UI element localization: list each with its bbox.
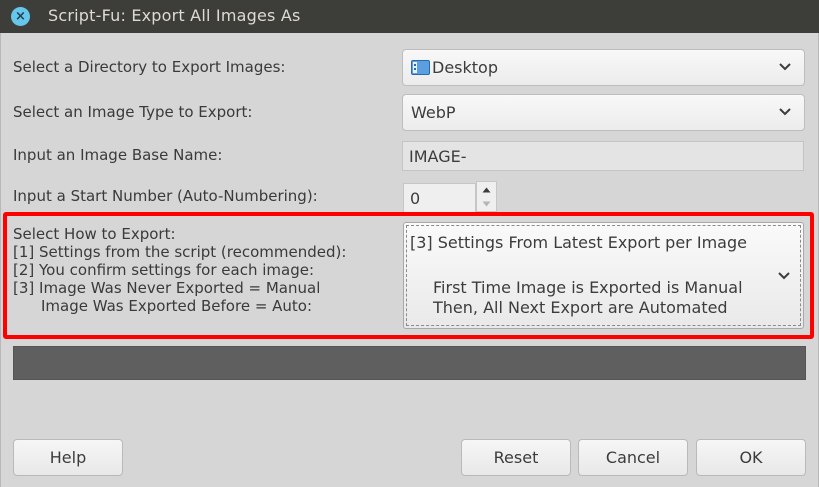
image-type-label: Select an Image Type to Export: [13, 103, 253, 121]
help-button[interactable]: Help [13, 439, 123, 476]
start-number-label: Input a Start Number (Auto-Numbering): [13, 187, 318, 205]
base-name-label: Input an Image Base Name: [13, 146, 223, 164]
export-mode-combo[interactable]: [3] Settings From Latest Export per Imag… [403, 222, 804, 329]
start-number-input[interactable]: 0 [403, 183, 476, 213]
title-bar: × Script-Fu: Export All Images As [0, 0, 819, 33]
export-mode-label-line: [2] You confirm settings for each image: [13, 261, 314, 279]
export-mode-label-line: Image Was Exported Before = Auto: [41, 297, 313, 315]
export-mode-value-line: Then, All Next Export are Automated [433, 298, 728, 317]
folder-icon [411, 60, 430, 75]
cancel-button[interactable]: Cancel [578, 439, 688, 476]
window-title: Script-Fu: Export All Images As [48, 6, 301, 25]
progress-bar [13, 346, 806, 380]
directory-value: Desktop [432, 58, 498, 77]
base-name-input[interactable]: IMAGE- [402, 141, 804, 171]
image-type-value: WebP [411, 103, 456, 122]
chevron-down-icon [778, 60, 792, 74]
chevron-down-icon [778, 105, 792, 119]
export-mode-label-line: [1] Settings from the script (recommende… [13, 243, 347, 261]
export-mode-label: Select How to Export: [1] Settings from … [13, 225, 346, 315]
decrement-icon[interactable] [477, 197, 496, 211]
chevron-down-icon [777, 269, 791, 283]
directory-label: Select a Directory to Export Images: [13, 58, 286, 76]
close-icon[interactable]: × [11, 7, 30, 26]
export-mode-label-line: Select How to Export: [13, 225, 176, 243]
ok-button[interactable]: OK [696, 439, 806, 476]
directory-combo[interactable]: Desktop [402, 49, 805, 86]
export-mode-value-line: [3] Settings From Latest Export per Imag… [410, 233, 747, 252]
increment-icon[interactable] [477, 182, 496, 197]
export-mode-label-line: [3] Image Was Never Exported = Manual [13, 279, 321, 297]
reset-button[interactable]: Reset [461, 439, 571, 476]
image-type-combo[interactable]: WebP [402, 94, 805, 131]
export-mode-value-line: First Time Image is Exported is Manual [433, 278, 743, 297]
start-number-stepper[interactable] [476, 181, 497, 212]
